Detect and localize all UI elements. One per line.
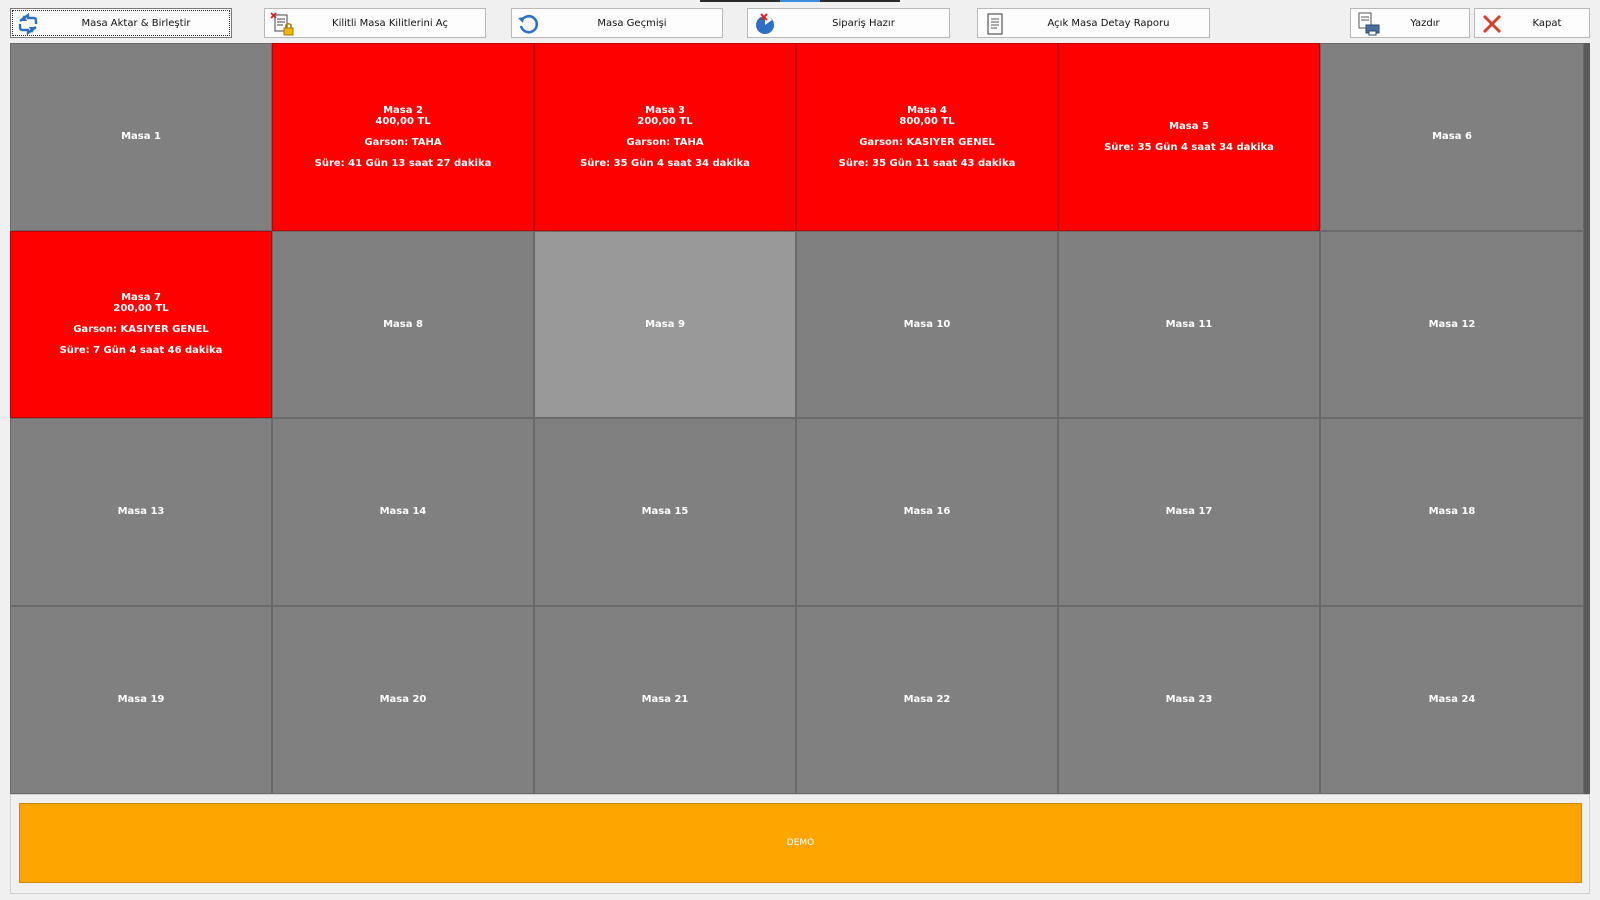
open-table-report-button[interactable]: Açık Masa Detay Raporu (977, 8, 1210, 38)
table-tile[interactable]: Masa 1 (10, 43, 272, 231)
table-duration: Süre: 7 Gün 4 saat 46 dakika (59, 345, 223, 357)
demo-panel: DEMO (10, 794, 1590, 894)
history-icon (517, 12, 541, 36)
table-name: Masa 10 (903, 318, 951, 330)
table-waiter: Garson: KASIYER GENEL (73, 324, 209, 336)
table-name: Masa 16 (903, 506, 951, 518)
table-name: Masa 5 (1169, 120, 1209, 132)
table-tile[interactable]: Masa 3 200,00 TL Garson: TAHA Süre: 35 Gün … (534, 43, 796, 231)
table-waiter: Garson: KASIYER GENEL (859, 136, 995, 148)
table-tile[interactable]: Masa 12 (1320, 230, 1584, 418)
table-tile[interactable]: Masa 16 (796, 418, 1058, 606)
table-waiter: Garson: TAHA (364, 136, 442, 148)
table-tile[interactable]: Masa 11 (1058, 230, 1320, 418)
close-button[interactable]: Kapat (1474, 8, 1590, 38)
transfer-merge-button[interactable]: Masa Aktar & Birleştir (10, 8, 232, 38)
table-name: Masa 12 (1428, 318, 1476, 330)
table-tile[interactable]: Masa 6 (1320, 43, 1584, 231)
table-name: Masa 15 (641, 506, 689, 518)
table-history-label: Masa Geçmişi (597, 17, 667, 29)
table-waiter: Garson: TAHA (626, 136, 704, 148)
table-tile[interactable]: Masa 7 200,00 TL Garson: KASIYER GENEL Süre… (10, 230, 272, 418)
table-name: Masa 1 (121, 131, 161, 143)
open-table-report-label: Açık Masa Detay Raporu (1047, 17, 1170, 29)
table-amount: 200,00 TL (113, 303, 169, 315)
table-name: Masa 6 (1432, 131, 1472, 143)
report-document-icon (983, 12, 1007, 36)
table-duration: Süre: 35 Gün 4 saat 34 dakika (580, 157, 750, 169)
table-tile[interactable]: Masa 21 (534, 605, 796, 794)
close-label: Kapat (1532, 17, 1562, 29)
unlock-document-icon (270, 12, 294, 36)
table-name: Masa 19 (117, 694, 165, 706)
table-tile[interactable]: Masa 22 (796, 605, 1058, 794)
demo-label: DEMO (786, 838, 815, 848)
table-duration: Süre: 41 Gün 13 saat 27 dakika (314, 157, 492, 169)
table-tile[interactable]: Masa 14 (272, 418, 534, 606)
table-name: Masa 24 (1428, 694, 1476, 706)
table-tile[interactable]: Masa 9 (534, 230, 796, 418)
table-history-button[interactable]: Masa Geçmişi (511, 8, 723, 38)
table-tile[interactable]: Masa 4 800,00 TL Garson: KASIYER GENEL Süre… (796, 43, 1058, 231)
table-name: Masa 9 (645, 318, 685, 330)
table-name: Masa 2 (383, 104, 423, 116)
table-name: Masa 3 (645, 104, 685, 116)
table-duration: Süre: 35 Gün 11 saat 43 dakika (838, 157, 1016, 169)
table-tile[interactable]: Masa 24 (1320, 605, 1584, 794)
table-tile[interactable]: Masa 13 (10, 418, 272, 606)
order-ready-label: Sipariş Hazır (832, 17, 895, 29)
unlock-tables-button[interactable]: Kilitli Masa Kilitlerini Aç (264, 8, 486, 38)
table-name: Masa 4 (907, 104, 947, 116)
table-name: Masa 18 (1428, 506, 1476, 518)
table-name: Masa 17 (1165, 506, 1213, 518)
table-tile[interactable]: Masa 17 (1058, 418, 1320, 606)
table-name: Masa 21 (641, 694, 689, 706)
table-tile[interactable]: Masa 20 (272, 605, 534, 794)
table-duration: Süre: 35 Gün 4 saat 34 dakika (1104, 141, 1274, 153)
table-name: Masa 8 (383, 318, 423, 330)
print-label: Yazdır (1410, 17, 1440, 29)
table-tile[interactable]: Masa 8 (272, 230, 534, 418)
table-tile[interactable]: Masa 18 (1320, 418, 1584, 606)
printer-icon (1356, 12, 1380, 36)
table-name: Masa 22 (903, 694, 951, 706)
table-amount: 800,00 TL (899, 115, 955, 127)
table-amount: 400,00 TL (375, 115, 431, 127)
order-ready-icon (753, 12, 777, 36)
table-tile[interactable]: Masa 23 (1058, 605, 1320, 794)
table-name: Masa 11 (1165, 318, 1213, 330)
table-tile[interactable]: Masa 2 400,00 TL Garson: TAHA Süre: 41 Gün … (272, 43, 534, 231)
table-name: Masa 13 (117, 506, 165, 518)
table-name: Masa 14 (379, 506, 427, 518)
table-name: Masa 7 (121, 292, 161, 304)
table-grid: Masa 1 Masa 2 400,00 TL Garson: TAHA Süre: 4… (10, 43, 1590, 794)
table-name: Masa 23 (1165, 694, 1213, 706)
close-icon (1480, 12, 1504, 36)
unlock-tables-label: Kilitli Masa Kilitlerini Aç (332, 17, 448, 29)
toolbar: Masa Aktar & Birleştir Kilitli Masa Kili… (0, 0, 1600, 42)
table-tile[interactable]: Masa 19 (10, 605, 272, 794)
table-tile[interactable]: Masa 15 (534, 418, 796, 606)
transfer-arrows-icon (16, 12, 40, 36)
table-tile[interactable]: Masa 5 Süre: 35 Gün 4 saat 34 dakika (1058, 43, 1320, 231)
table-tile[interactable]: Masa 10 (796, 230, 1058, 418)
order-ready-button[interactable]: Sipariş Hazır (747, 8, 950, 38)
print-button[interactable]: Yazdır (1350, 8, 1470, 38)
table-amount: 200,00 TL (637, 115, 693, 127)
transfer-merge-label: Masa Aktar & Birleştir (81, 17, 191, 29)
table-name: Masa 20 (379, 694, 427, 706)
demo-banner[interactable]: DEMO (19, 803, 1582, 883)
